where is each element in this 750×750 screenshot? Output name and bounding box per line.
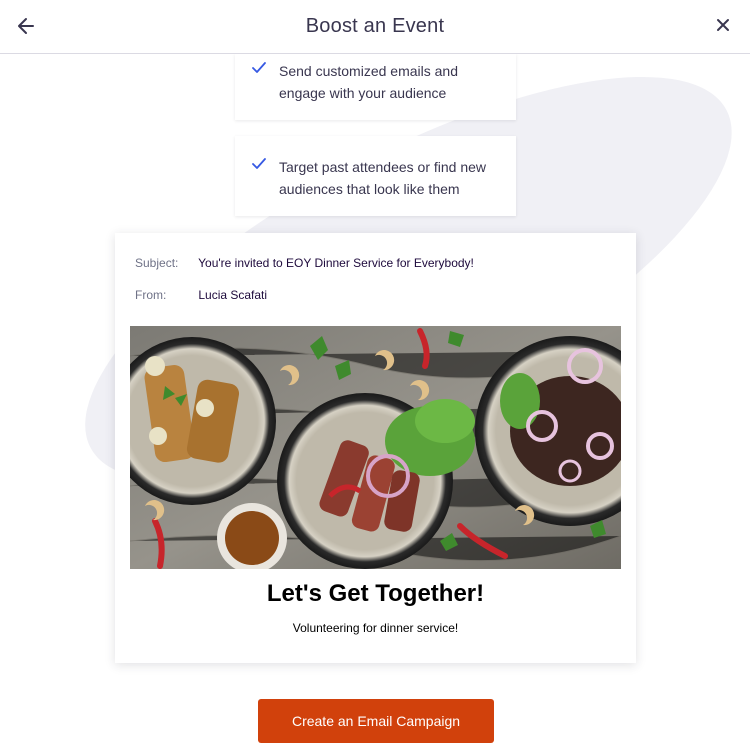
arrow-left-icon bbox=[18, 18, 34, 34]
email-preview: Subject: You're invited to EOY Dinner Se… bbox=[115, 233, 636, 663]
subject-value: You're invited to EOY Dinner Service for… bbox=[198, 256, 474, 270]
feature-text: Send customized emails and engage with y… bbox=[279, 63, 458, 101]
check-icon bbox=[251, 60, 279, 120]
close-icon bbox=[717, 19, 729, 31]
from-value: Lucia Scafati bbox=[198, 288, 268, 302]
email-subject-row: Subject: You're invited to EOY Dinner Se… bbox=[135, 256, 474, 270]
page-title: Boost an Event bbox=[305, 15, 445, 37]
feature-card-emails: Send customized emails and engage with y… bbox=[235, 54, 516, 120]
feature-text: Target past attendees or find new audien… bbox=[279, 159, 487, 197]
create-email-campaign-button[interactable]: Create an Email Campaign bbox=[258, 699, 494, 743]
back-button[interactable] bbox=[12, 12, 40, 40]
feature-card-target: Target past attendees or find new audien… bbox=[235, 136, 516, 216]
email-subheadline: Volunteering for dinner service! bbox=[292, 621, 459, 635]
email-headline: Let's Get Together! bbox=[266, 580, 485, 607]
close-button[interactable] bbox=[710, 12, 736, 38]
email-from-row: From: Lucia Scafati bbox=[135, 288, 267, 302]
modal-header: Boost an Event bbox=[0, 0, 750, 54]
check-icon bbox=[251, 156, 279, 216]
food-photo bbox=[130, 326, 621, 569]
subject-label: Subject: bbox=[135, 256, 179, 270]
from-label: From: bbox=[135, 288, 167, 302]
